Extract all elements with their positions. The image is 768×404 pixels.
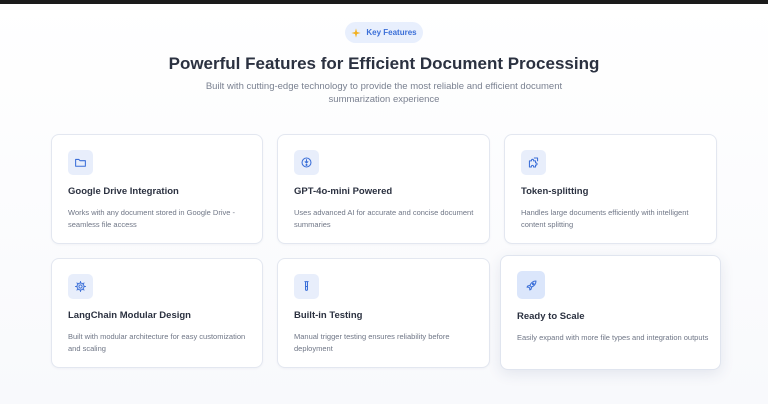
ai-chip-icon (294, 150, 319, 175)
feature-title: LangChain Modular Design (68, 310, 191, 321)
feature-description: Handles large documents efficiently with… (521, 208, 689, 229)
feature-title: Google Drive Integration (68, 186, 179, 197)
section-title: Powerful Features for Efficient Document… (168, 54, 600, 73)
feature-description: Works with any document stored in Google… (68, 208, 236, 229)
top-border (0, 0, 768, 4)
badge-label: Key Features (366, 28, 417, 37)
feature-title: GPT-4o-mini Powered (294, 186, 393, 197)
key-features-badge: Key Features (345, 22, 423, 43)
feature-title: Ready to Scale (517, 311, 585, 322)
feature-description: Built with modular architecture for easy… (68, 332, 246, 353)
feature-card-google-drive: Google Drive Integration Works with any … (51, 134, 263, 244)
features-section: Key Features Powerful Features for Effic… (0, 0, 768, 404)
gear-icon (68, 274, 93, 299)
feature-card-token-splitting: Token-splitting Handles large documents … (504, 134, 717, 244)
rocket-icon (517, 271, 545, 299)
test-tube-icon (294, 274, 319, 299)
feature-card-testing: Built-in Testing Manual trigger testing … (277, 258, 490, 368)
feature-description: Easily expand with more file types and i… (517, 333, 709, 342)
feature-card-scale: Ready to Scale Easily expand with more f… (500, 255, 721, 370)
puzzle-icon (521, 150, 546, 175)
sparkle-icon (351, 27, 361, 38)
feature-card-gpt: GPT-4o-mini Powered Uses advanced AI for… (277, 134, 490, 244)
section-subtitle: Built with cutting-edge technology to pr… (205, 81, 563, 105)
folder-icon (68, 150, 93, 175)
feature-title: Built-in Testing (294, 310, 363, 321)
feature-description: Uses advanced AI for accurate and concis… (294, 208, 474, 229)
feature-card-langchain: LangChain Modular Design Built with modu… (51, 258, 263, 368)
feature-title: Token-splitting (521, 186, 589, 197)
feature-description: Manual trigger testing ensures reliabili… (294, 332, 450, 353)
